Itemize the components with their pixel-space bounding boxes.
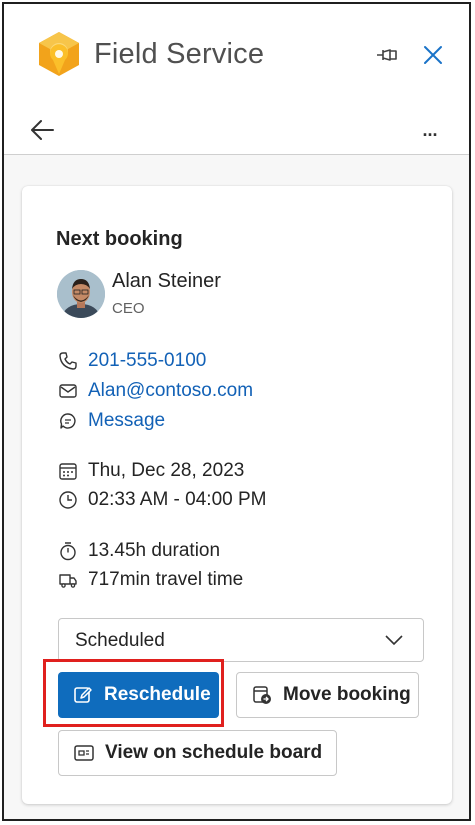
email-link[interactable]: Alan@contoso.com — [88, 380, 253, 402]
booking-duration: 13.45h duration — [88, 540, 221, 561]
field-service-panel: Field Service ... Next booking Alan Stei… — [2, 2, 471, 821]
booking-card: Next booking Alan Steiner CEO 201-555-01… — [22, 186, 452, 804]
avatar — [57, 270, 105, 318]
chevron-down-icon — [385, 635, 403, 646]
move-booking-button[interactable]: Move booking — [236, 672, 419, 718]
date-row: Thu, Dec 28, 2023 — [58, 458, 244, 484]
board-icon — [73, 742, 95, 764]
close-icon[interactable] — [420, 42, 446, 68]
move-icon — [251, 684, 273, 706]
status-dropdown[interactable]: Scheduled — [58, 618, 424, 662]
calendar-icon — [58, 461, 78, 481]
panel-header: Field Service ... — [4, 4, 469, 155]
mail-icon — [58, 381, 78, 401]
move-booking-label: Move booking — [283, 684, 411, 705]
phone-icon — [58, 351, 78, 371]
email-row[interactable]: Alan@contoso.com — [58, 378, 253, 404]
message-row[interactable]: Message — [58, 408, 165, 434]
message-link[interactable]: Message — [88, 410, 165, 432]
timer-icon — [58, 541, 78, 561]
travel-row: 717min travel time — [58, 567, 243, 593]
chat-icon — [58, 411, 78, 431]
reschedule-label: Reschedule — [104, 684, 211, 705]
app-title: Field Service — [94, 38, 265, 70]
back-arrow-icon[interactable] — [28, 116, 58, 144]
schedule-board-label: View on schedule board — [105, 742, 323, 763]
time-row: 02:33 AM - 04:00 PM — [58, 487, 267, 513]
pin-icon[interactable] — [374, 42, 400, 68]
phone-link[interactable]: 201-555-0100 — [88, 350, 206, 372]
reschedule-button[interactable]: Reschedule — [58, 672, 219, 718]
field-service-logo — [39, 32, 79, 76]
phone-row[interactable]: 201-555-0100 — [58, 348, 206, 374]
status-value: Scheduled — [75, 630, 165, 651]
booking-time: 02:33 AM - 04:00 PM — [88, 489, 267, 510]
edit-icon — [72, 684, 94, 706]
travel-time: 717min travel time — [88, 569, 244, 590]
truck-icon — [58, 570, 78, 590]
clock-icon — [58, 490, 78, 510]
more-icon[interactable]: ... — [416, 116, 444, 144]
contact-name: Alan Steiner — [112, 270, 221, 292]
view-schedule-board-button[interactable]: View on schedule board — [58, 730, 337, 776]
contact-role: CEO — [112, 300, 145, 317]
section-title: Next booking — [56, 228, 183, 250]
duration-row: 13.45h duration — [58, 538, 220, 564]
booking-date: Thu, Dec 28, 2023 — [88, 460, 245, 481]
